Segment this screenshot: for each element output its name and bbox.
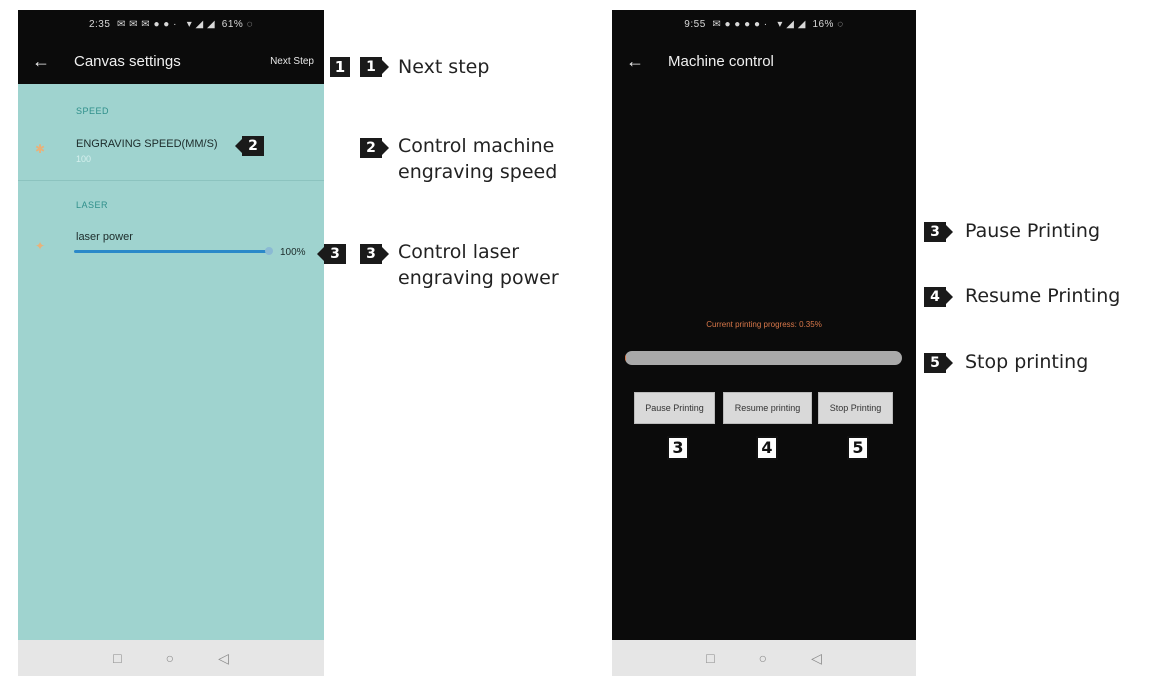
callout-line: engraving speed [398, 161, 558, 183]
laser-power-slider[interactable] [74, 250, 269, 253]
callout-badge-3: 3 [360, 244, 389, 264]
progress-fill [625, 351, 626, 365]
canvas-settings-screen: 2:35 ✉ ✉ ✉ ● ● · ▾ ◢ ◢ 61% ◌ ← Canvas se… [18, 10, 324, 676]
app-bar: ← Canvas settings Next Step [18, 40, 324, 84]
laser-power-slider-thumb[interactable] [265, 247, 273, 255]
callout-line: Next step [398, 56, 490, 78]
callout-badge-stop: 5 [924, 353, 953, 373]
back-nav-icon[interactable]: ◁ [811, 650, 822, 667]
status-time: 2:35 [88, 19, 111, 30]
callout-badge-resume: 4 [924, 287, 953, 307]
recent-apps-icon[interactable]: □ [113, 650, 121, 666]
callout-pause: Pause Printing [965, 220, 1101, 242]
notification-icons: ✉ ● ● ● ● · ▾ ◢ ◢ [709, 19, 810, 30]
button-tag-5: 5 [847, 436, 869, 460]
printing-progress-bar [625, 351, 902, 365]
callout-tag-3-on-screen: 3 [317, 244, 346, 264]
page-title: Canvas settings [74, 53, 181, 70]
callout-badge-pause: 3 [924, 222, 953, 242]
home-icon[interactable]: ○ [759, 650, 767, 666]
battery-icon: ◌ [837, 19, 844, 30]
next-step-button[interactable]: Next Step [270, 56, 314, 67]
page-title: Machine control [668, 53, 774, 70]
laser-icon: ✦ [34, 239, 46, 253]
callout-resume: Resume Printing [965, 285, 1121, 307]
engraving-speed-setting[interactable]: ENGRAVING SPEED(MM/S) [76, 138, 218, 150]
progress-label: Current printing progress: 0.35% [706, 320, 822, 329]
callout-next-step: Next step [398, 54, 489, 80]
machine-control-screen: 9:55 ✉ ● ● ● ● · ▾ ◢ ◢ 16% ◌ ← Machine c… [612, 10, 916, 676]
button-tag-3: 3 [667, 436, 689, 460]
system-nav-bar: □ ○ ◁ [612, 640, 916, 676]
battery-level: 16% [812, 19, 834, 30]
callout-laser: Control laser engraving power [398, 239, 559, 291]
recent-apps-icon[interactable]: □ [706, 650, 714, 666]
speed-icon: ✱ [34, 142, 46, 156]
callout-line: Control laser [398, 241, 520, 263]
callout-line: engraving power [398, 267, 559, 289]
callout-line: Control machine [398, 135, 555, 157]
status-bar: 9:55 ✉ ● ● ● ● · ▾ ◢ ◢ 16% ◌ [612, 10, 916, 40]
engraving-speed-value: 100 [76, 154, 92, 164]
app-bar: ← Machine control [612, 40, 916, 84]
back-nav-icon[interactable]: ◁ [218, 650, 229, 667]
notification-icons: ✉ ✉ ✉ ● ● · ▾ ◢ ◢ [113, 19, 219, 30]
callout-tag-2-on-screen: 2 [235, 136, 264, 156]
system-nav-bar: □ ○ ◁ [18, 640, 324, 676]
laser-power-label: laser power [76, 231, 133, 243]
callout-badge-2: 2 [360, 138, 389, 158]
status-time: 9:55 [684, 19, 706, 30]
stop-printing-button[interactable]: Stop Printing [818, 392, 893, 424]
resume-printing-button[interactable]: Resume printing [723, 392, 812, 424]
pause-printing-button[interactable]: Pause Printing [634, 392, 715, 424]
callout-speed: Control machine engraving speed [398, 133, 557, 185]
callout-tag-1-outline: 1 [330, 57, 350, 77]
laser-section-label: LASER [76, 200, 109, 210]
speed-section-label: SPEED [76, 106, 110, 116]
status-bar: 2:35 ✉ ✉ ✉ ● ● · ▾ ◢ ◢ 61% ◌ [18, 10, 324, 40]
laser-power-value: 100% [280, 247, 306, 258]
callout-stop: Stop printing [965, 351, 1089, 373]
battery-level: 61% [221, 19, 244, 30]
battery-icon: ◌ [246, 19, 254, 30]
back-arrow-icon[interactable]: ← [626, 50, 644, 72]
button-tag-4: 4 [756, 436, 778, 460]
section-divider [18, 180, 324, 181]
home-icon[interactable]: ○ [166, 650, 174, 666]
callout-badge-1: 1 [360, 57, 389, 77]
back-arrow-icon[interactable]: ← [32, 50, 50, 72]
